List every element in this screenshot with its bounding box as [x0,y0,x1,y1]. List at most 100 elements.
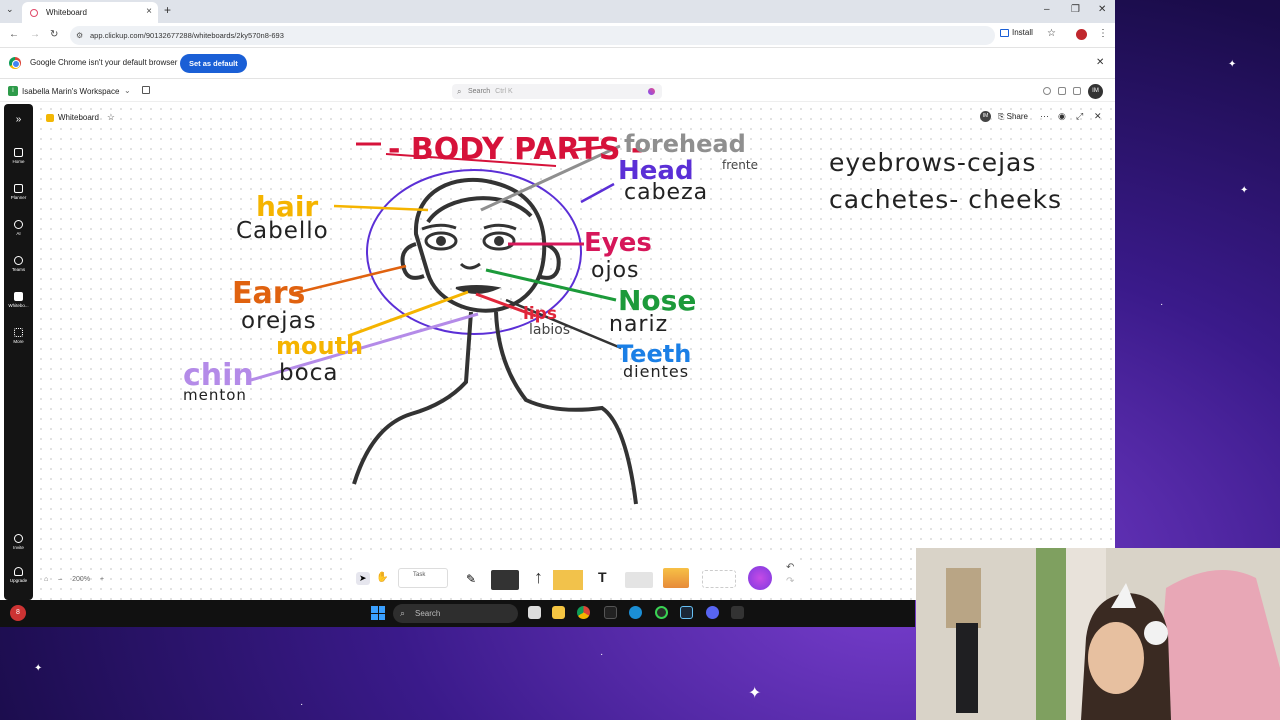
discord-icon[interactable] [706,606,719,619]
tab-whiteboard[interactable]: Whiteboard × [22,2,158,23]
profile-avatar[interactable] [1076,29,1087,40]
label-ojos: ojos [591,258,640,283]
steam-icon[interactable] [680,606,693,619]
search-shortcut: Ctrl K [495,88,513,95]
apps-icon[interactable] [1073,87,1081,95]
taskbar-search-placeholder: Search [415,609,441,618]
template-tool-icon[interactable] [702,570,736,588]
infobar-close-icon[interactable]: ✕ [1096,57,1104,68]
sidebar-item-more[interactable]: More [4,328,33,344]
chrome-taskbar-icon[interactable] [577,606,590,619]
sidebar-item-whiteboards[interactable]: Whitebo... [4,292,33,308]
browser-menu-icon[interactable]: ⋮ [1098,28,1108,39]
mouth-pointer [347,290,469,338]
ai-icon [14,220,23,229]
text-note-cheeks[interactable]: cachetes- cheeks [829,185,1062,214]
zoom-in-icon[interactable]: + [100,576,104,583]
minimize-icon[interactable]: – [1044,4,1050,15]
xbox-icon[interactable] [655,606,668,619]
user-avatar[interactable]: IM [1088,84,1103,99]
new-tab-icon[interactable]: + [164,3,171,17]
app-icon[interactable] [604,606,617,619]
label-orejas: orejas [241,308,317,334]
tab-strip: ⌄ Whiteboard × + – ❐ ✕ [0,0,1115,23]
redo-icon[interactable]: ↷ [786,576,794,587]
clickup-topbar: I Isabella Marin's Workspace ⌄ ⌕ Search … [0,81,1115,102]
edge-icon[interactable] [629,606,642,619]
undo-icon[interactable]: ↶ [786,562,794,573]
address-bar-row: ← → ↻ ⚙ app.clickup.com/90132677288/whit… [0,23,1115,48]
windows-taskbar: 8 ⌕ Search [0,600,915,627]
back-icon[interactable]: ← [9,29,19,40]
select-tool-icon[interactable]: ➤ [356,572,370,585]
image-tool-icon[interactable] [663,568,689,588]
sidebar-item-teams[interactable]: Teams [4,256,33,272]
text-note-eyebrows[interactable]: eyebrows-cejas [829,148,1036,177]
upgrade-icon [14,567,23,576]
zoom-out-icon[interactable]: – [58,576,62,583]
browser-window: ⌄ Whiteboard × + – ❐ ✕ ← → ↻ ⚙ app.click… [0,0,1115,600]
label-forehead: forehead [624,130,746,158]
install-button[interactable]: Install [1000,28,1033,37]
site-info-icon[interactable]: ⚙ [76,26,83,45]
notepad-icon[interactable] [1058,87,1066,95]
label-eyes: Eyes [584,228,652,258]
sidebar-item-upgrade[interactable]: Upgrade [4,567,33,583]
people-icon [14,256,23,265]
windows-start-icon[interactable] [371,606,385,620]
forward-icon[interactable]: → [30,29,40,40]
star-decoration: ✦ [34,663,43,674]
ai-tool-icon[interactable] [748,566,772,590]
zoom-level[interactable]: 200% [72,576,90,583]
sidebar-item-home[interactable]: Home [4,148,33,164]
url-field[interactable]: ⚙ app.clickup.com/90132677288/whiteboard… [70,26,995,45]
close-window-icon[interactable]: ✕ [1098,4,1106,15]
sidebar-item-planner[interactable]: Planner [4,184,33,200]
calendar-icon[interactable] [142,86,150,94]
bookmark-star-icon[interactable]: ☆ [1047,28,1056,39]
record-icon[interactable] [1043,87,1051,95]
sidebar-item-label: Home [12,159,25,164]
sticky-note-icon[interactable] [553,570,583,590]
sidebar-item-invite[interactable]: Invite [4,534,33,550]
connector-tool-icon[interactable]: ↑ [534,567,543,588]
text-tool-icon[interactable]: T [598,569,607,585]
star-decoration: · [300,699,304,710]
ears-pointer [290,264,407,296]
left-shoulder [352,311,473,485]
zoom-controls: ⌂ – 200% + [44,576,104,583]
chevron-down-icon[interactable]: ⌄ [124,86,131,95]
sidebar-item-label: Planner [10,195,27,200]
label-cabello: Cabello [236,218,329,244]
file-icon[interactable] [528,606,541,619]
nose-stroke [459,262,481,270]
grid-icon [14,328,23,337]
workspace-avatar[interactable]: I [8,86,18,96]
taskbar-search-input[interactable]: ⌕ Search [393,604,518,623]
set-default-button[interactable]: Set as default [180,54,247,73]
label-ears: Ears [232,276,306,311]
expand-sidebar-icon[interactable]: » [4,114,33,125]
notification-badge[interactable]: 8 [10,605,26,621]
whiteboard-canvas[interactable]: Whiteboard ☆ IM ⎘ Share ··· ◉ ⤢ ✕ - BODY… [36,104,1115,600]
workspace-name[interactable]: Isabella Marin's Workspace [22,87,119,96]
shape-tool-icon[interactable] [491,570,519,590]
label-dientes: dientes [623,362,690,381]
ai-sparkle-icon[interactable] [648,88,655,95]
webcam-feed-image [916,548,1280,720]
reload-icon[interactable]: ↻ [50,29,58,40]
right-pupil [494,236,504,246]
task-tool-button[interactable]: Task [398,568,448,588]
close-tab-icon[interactable]: × [146,6,152,17]
card-tool-icon[interactable] [625,572,653,588]
restore-icon[interactable]: ❐ [1071,4,1080,15]
sidebar-item-ai[interactable]: AI [4,220,33,236]
pen-tool-icon[interactable]: ✎ [466,572,476,586]
hand-tool-icon[interactable]: ✋ [376,572,388,583]
epic-games-icon[interactable] [731,606,744,619]
minimap-icon[interactable]: ⌂ [44,576,48,583]
search-input[interactable]: ⌕ Search Ctrl K [452,84,662,99]
tab-list-icon[interactable]: ⌄ [6,4,14,15]
file-explorer-icon[interactable] [552,606,565,619]
label-lips: lips [523,304,557,324]
